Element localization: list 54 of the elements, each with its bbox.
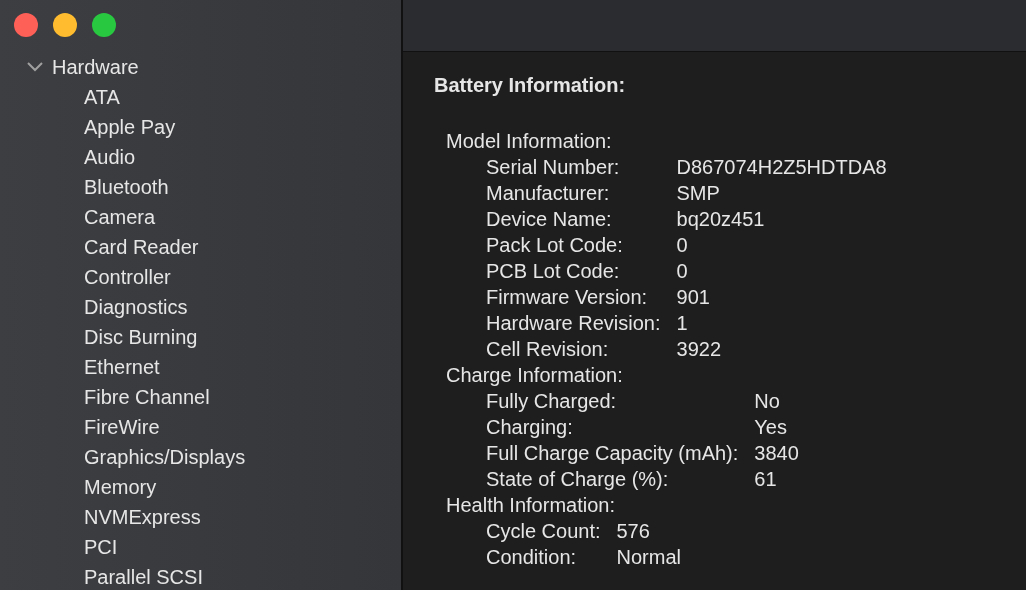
field-label: Manufacturer: (486, 181, 611, 206)
field-label: Serial Number: (486, 155, 621, 180)
field-label: Device Name: (486, 207, 613, 232)
field-value: 1 (676, 311, 689, 336)
sidebar-item[interactable]: Ethernet (0, 352, 401, 382)
chevron-down-icon[interactable] (26, 61, 44, 73)
field-label: PCB Lot Code: (486, 259, 621, 284)
group-title: Model Information: (445, 129, 613, 154)
field-value: 901 (676, 285, 711, 310)
field-label: Pack Lot Code: (486, 233, 624, 258)
sidebar-item[interactable]: Bluetooth (0, 172, 401, 202)
field-label: Full Charge Capacity (mAh): (486, 441, 739, 466)
field-label: Condition: (486, 545, 578, 570)
field-label: Charging: (486, 415, 574, 440)
field-value: Normal (616, 545, 681, 570)
window-button[interactable] (92, 13, 116, 37)
field-value: 3922 (676, 337, 722, 362)
field-value: bq20z451 (676, 207, 766, 232)
sidebar-item[interactable]: Controller (0, 262, 401, 292)
sidebar-item[interactable]: Parallel SCSI (0, 562, 401, 590)
sidebar-item[interactable]: NVMExpress (0, 502, 401, 532)
sidebar-item[interactable]: FireWire (0, 412, 401, 442)
field-label: State of Charge (%): (486, 467, 670, 492)
sidebar-item[interactable]: ATA (0, 82, 401, 112)
field-label: Firmware Version: (486, 285, 649, 310)
sidebar-item[interactable]: Card Reader (0, 232, 401, 262)
field-value: No (754, 389, 781, 414)
field-value: 61 (754, 467, 778, 492)
sidebar-item[interactable]: Disc Burning (0, 322, 401, 352)
sidebar-item[interactable]: Diagnostics (0, 292, 401, 322)
window-button[interactable] (14, 13, 38, 37)
field-label: Cell Revision: (486, 337, 610, 362)
sidebar-item[interactable]: Audio (0, 142, 401, 172)
field-label: Cycle Count: (486, 519, 601, 544)
group-title: Charge Information: (445, 363, 624, 388)
field-value: 0 (676, 259, 689, 284)
field-label: Hardware Revision: (486, 311, 661, 336)
sidebar-item[interactable]: Graphics/Displays (0, 442, 401, 472)
sidebar-item[interactable]: Camera (0, 202, 401, 232)
sidebar-item[interactable]: Fibre Channel (0, 382, 401, 412)
group-title: Health Information: (445, 493, 616, 518)
sidebar-item[interactable]: PCI (0, 532, 401, 562)
section-title: Battery Information: (434, 73, 627, 98)
sidebar-item[interactable]: Memory (0, 472, 401, 502)
sidebar-item[interactable]: Apple Pay (0, 112, 401, 142)
field-label: Fully Charged: (486, 389, 618, 414)
field-value: 0 (676, 233, 689, 258)
field-value: 576 (616, 519, 651, 544)
field-value: 3840 (754, 441, 799, 466)
window-button[interactable] (53, 13, 77, 37)
field-value: D867074H2Z5HDTDA8 (676, 155, 887, 180)
field-value: Yes (754, 415, 788, 440)
sidebar-category[interactable]: Hardware (52, 52, 139, 82)
field-value: SMP (676, 181, 721, 206)
